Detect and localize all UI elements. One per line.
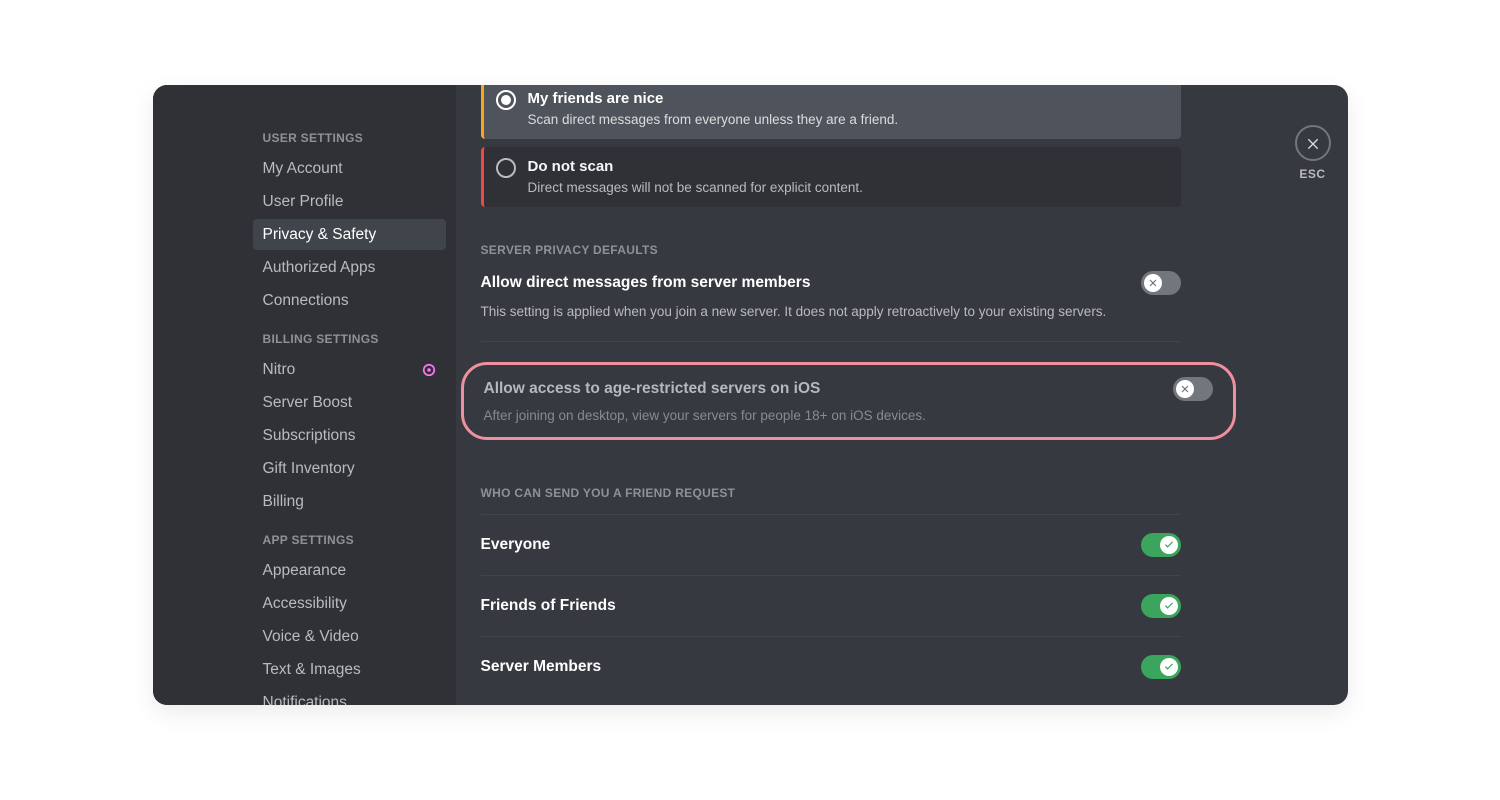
friend-request-server-members: Server Members: [481, 636, 1181, 697]
friend-request-label: Server Members: [481, 658, 602, 676]
friend-request-friends-of-friends: Friends of Friends: [481, 575, 1181, 636]
sidebar-item-label: Text & Images: [263, 661, 361, 679]
radio-description: Scan direct messages from everyone unles…: [528, 111, 899, 129]
sidebar-item-label: Nitro: [263, 361, 296, 379]
radio-selected-icon: [496, 90, 516, 110]
radio-title: Do not scan: [528, 157, 863, 177]
setting-allow-dm-from-server-members: Allow direct messages from server member…: [481, 271, 1181, 295]
highlighted-age-restricted-setting: Allow access to age-restricted servers o…: [461, 362, 1236, 440]
scan-option-do-not-scan[interactable]: Do not scan Direct messages will not be …: [481, 147, 1181, 207]
sidebar-item-notifications[interactable]: Notifications: [253, 687, 446, 705]
sidebar-item-authorized-apps[interactable]: Authorized Apps: [253, 252, 446, 283]
setting-title: Allow direct messages from server member…: [481, 274, 811, 292]
sidebar-item-voice-video[interactable]: Voice & Video: [253, 621, 446, 652]
esc-label: ESC: [1299, 167, 1325, 181]
section-header-friend-request: WHO CAN SEND YOU A FRIEND REQUEST: [481, 486, 1181, 500]
settings-sidebar: USER SETTINGS My Account User Profile Pr…: [153, 85, 456, 705]
settings-window: USER SETTINGS My Account User Profile Pr…: [153, 85, 1348, 705]
toggle-allow-dm[interactable]: [1141, 271, 1181, 295]
setting-age-restricted-ios: Allow access to age-restricted servers o…: [484, 377, 1213, 401]
sidebar-item-my-account[interactable]: My Account: [253, 153, 446, 184]
toggle-knob: [1176, 380, 1194, 398]
sidebar-item-label: Privacy & Safety: [263, 226, 377, 244]
sidebar-item-appearance[interactable]: Appearance: [253, 555, 446, 586]
sidebar-item-subscriptions[interactable]: Subscriptions: [253, 420, 446, 451]
setting-description: After joining on desktop, view your serv…: [484, 407, 1213, 425]
toggle-knob: [1160, 536, 1178, 554]
sidebar-header-user-settings: USER SETTINGS: [253, 125, 446, 151]
friend-request-label: Everyone: [481, 536, 551, 554]
sidebar-item-label: Authorized Apps: [263, 259, 376, 277]
setting-title: Allow access to age-restricted servers o…: [484, 380, 821, 398]
section-header-server-privacy: SERVER PRIVACY DEFAULTS: [481, 243, 1181, 257]
sidebar-item-label: Connections: [263, 292, 349, 310]
sidebar-item-gift-inventory[interactable]: Gift Inventory: [253, 453, 446, 484]
radio-title: My friends are nice: [528, 89, 899, 109]
nitro-badge-icon: [422, 363, 436, 377]
sidebar-item-label: Accessibility: [263, 595, 347, 613]
sidebar-item-label: Server Boost: [263, 394, 353, 412]
scan-option-friends-nice[interactable]: My friends are nice Scan direct messages…: [481, 85, 1181, 139]
sidebar-item-accessibility[interactable]: Accessibility: [253, 588, 446, 619]
divider: [481, 341, 1181, 342]
toggle-server-members[interactable]: [1141, 655, 1181, 679]
sidebar-item-billing[interactable]: Billing: [253, 486, 446, 517]
sidebar-item-label: Gift Inventory: [263, 460, 355, 478]
toggle-knob: [1160, 597, 1178, 615]
sidebar-item-text-images[interactable]: Text & Images: [253, 654, 446, 685]
settings-content: My friends are nice Scan direct messages…: [456, 85, 1278, 705]
content-wrap: My friends are nice Scan direct messages…: [456, 85, 1348, 705]
toggle-everyone[interactable]: [1141, 533, 1181, 557]
sidebar-item-label: Notifications: [263, 694, 347, 706]
sidebar-item-label: Subscriptions: [263, 427, 356, 445]
sidebar-item-label: Appearance: [263, 562, 347, 580]
sidebar-item-server-boost[interactable]: Server Boost: [253, 387, 446, 418]
radio-unselected-icon: [496, 158, 516, 178]
sidebar-item-label: My Account: [263, 160, 343, 178]
toggle-knob: [1160, 658, 1178, 676]
sidebar-item-privacy-safety[interactable]: Privacy & Safety: [253, 219, 446, 250]
sidebar-item-label: Voice & Video: [263, 628, 359, 646]
content-inner: My friends are nice Scan direct messages…: [481, 85, 1181, 697]
sidebar-item-label: User Profile: [263, 193, 344, 211]
sidebar-item-connections[interactable]: Connections: [253, 285, 446, 316]
radio-description: Direct messages will not be scanned for …: [528, 179, 863, 197]
toggle-friends-of-friends[interactable]: [1141, 594, 1181, 618]
setting-description: This setting is applied when you join a …: [481, 303, 1181, 321]
sidebar-item-user-profile[interactable]: User Profile: [253, 186, 446, 217]
toggle-age-restricted[interactable]: [1173, 377, 1213, 401]
friend-request-everyone: Everyone: [481, 514, 1181, 575]
sidebar-item-label: Billing: [263, 493, 304, 511]
close-icon: [1305, 135, 1321, 151]
close-button[interactable]: [1295, 125, 1331, 161]
friend-request-label: Friends of Friends: [481, 597, 616, 615]
esc-panel: ESC: [1278, 85, 1348, 705]
toggle-knob: [1144, 274, 1162, 292]
sidebar-item-nitro[interactable]: Nitro: [253, 354, 446, 385]
sidebar-header-app-settings: APP SETTINGS: [253, 527, 446, 553]
sidebar-header-billing-settings: BILLING SETTINGS: [253, 326, 446, 352]
